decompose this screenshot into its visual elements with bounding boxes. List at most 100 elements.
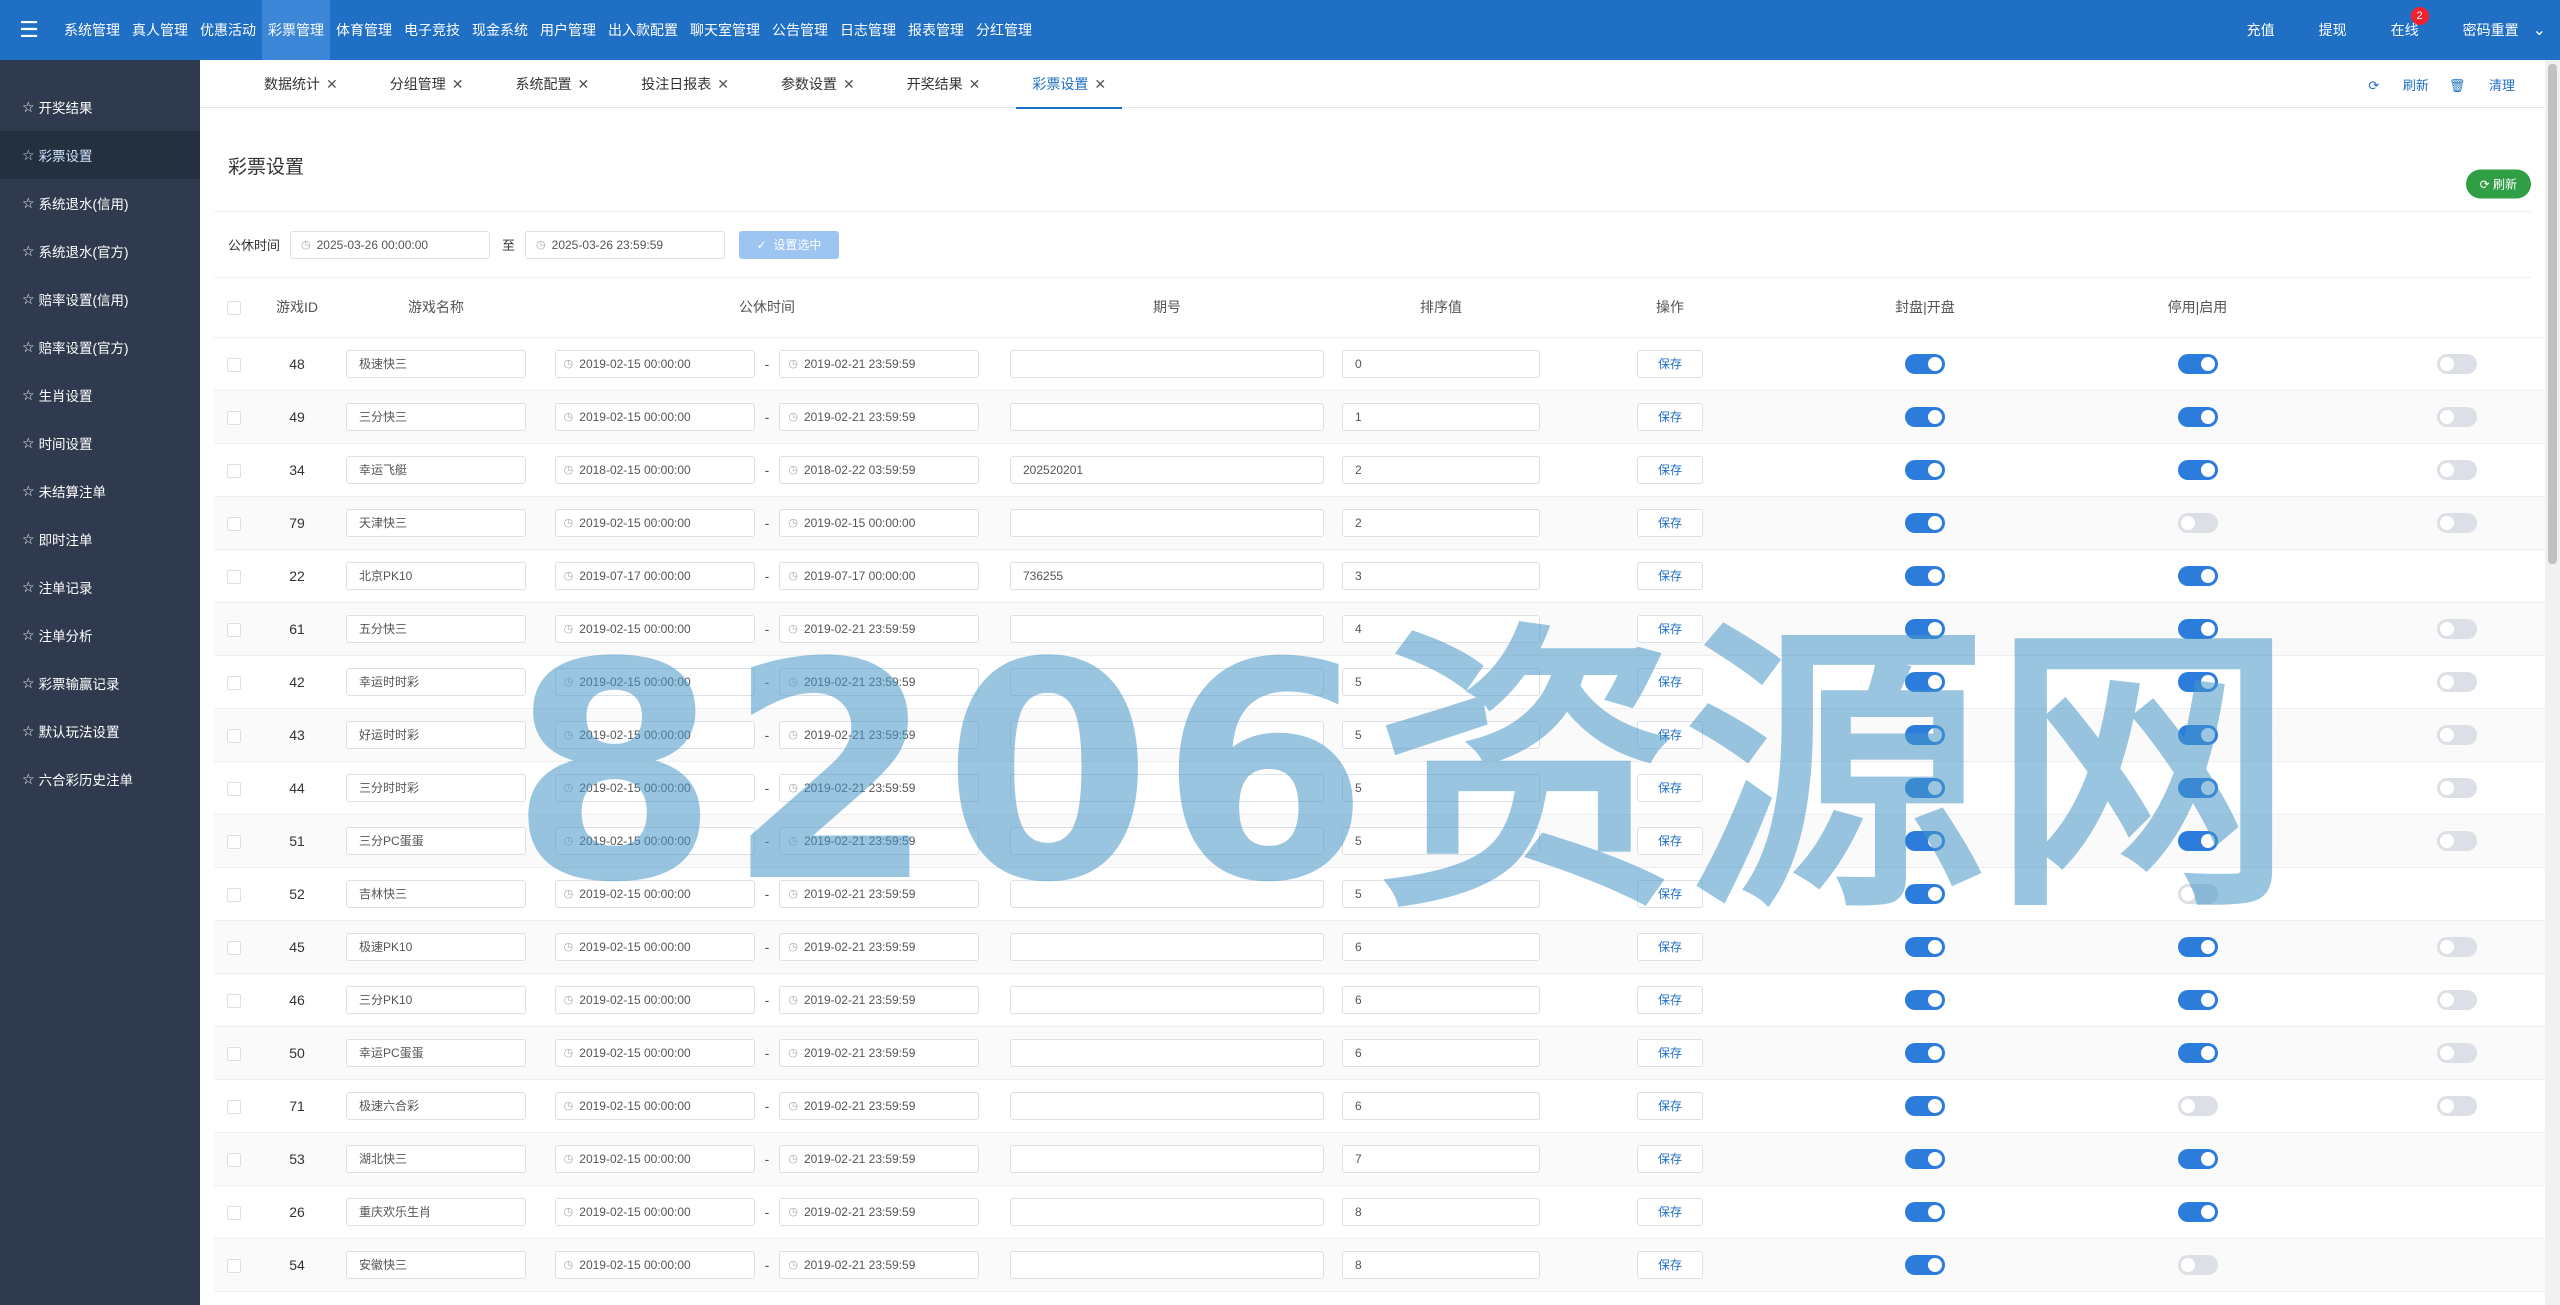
save-button[interactable]: 保存 bbox=[1637, 561, 1703, 590]
rest-end-input[interactable]: ◷ 2019-02-21 23:59:59 bbox=[779, 1144, 980, 1173]
enable-toggle[interactable] bbox=[2177, 565, 2218, 586]
game-name-input[interactable]: 幸运时时彩 bbox=[346, 667, 526, 696]
sidebar-item[interactable]: ☆ 六合彩历史注单 bbox=[0, 755, 200, 803]
seal-toggle[interactable] bbox=[1905, 1148, 1945, 1169]
tab[interactable]: 参数设置 ✕ bbox=[765, 60, 871, 108]
enable-toggle[interactable] bbox=[2177, 1254, 2218, 1275]
extra-toggle[interactable] bbox=[2437, 406, 2477, 427]
issue-input[interactable] bbox=[1010, 349, 1324, 378]
extra-toggle[interactable] bbox=[2437, 777, 2477, 798]
sidebar-item[interactable]: ☆ 默认玩法设置 bbox=[0, 707, 200, 755]
tab-clear-button[interactable]: 🗑 清理 bbox=[2449, 75, 2515, 94]
close-icon[interactable]: ✕ bbox=[577, 76, 589, 92]
sort-input[interactable]: 5 bbox=[1342, 667, 1540, 696]
rest-start-input[interactable]: ◷ 2019-02-15 00:00:00 bbox=[554, 879, 755, 908]
issue-input[interactable] bbox=[1010, 720, 1324, 749]
rest-start-input[interactable]: ◷ 2019-02-15 00:00:00 bbox=[554, 773, 755, 802]
sort-input[interactable]: 6 bbox=[1342, 1091, 1540, 1120]
scrollbar-thumb[interactable] bbox=[2548, 64, 2557, 564]
sort-input[interactable]: 0 bbox=[1342, 349, 1540, 378]
chevron-down-icon[interactable]: ⌄ bbox=[2533, 20, 2546, 40]
extra-toggle[interactable] bbox=[2437, 512, 2477, 533]
rest-end-input[interactable]: ◷ 2019-02-21 23:59:59 bbox=[779, 667, 980, 696]
seal-toggle[interactable] bbox=[1905, 406, 1945, 427]
game-name-input[interactable]: 幸运PC蛋蛋 bbox=[346, 1038, 526, 1067]
game-name-input[interactable]: 好运时时彩 bbox=[346, 720, 526, 749]
sort-input[interactable]: 5 bbox=[1342, 826, 1540, 855]
enable-toggle[interactable] bbox=[2177, 777, 2218, 798]
set-selected-button[interactable]: ✓ 设置选中 bbox=[739, 230, 840, 259]
game-name-input[interactable]: 三分快三 bbox=[346, 402, 526, 431]
rest-end-input[interactable]: ◷ 2019-02-21 23:59:59 bbox=[779, 1091, 980, 1120]
rest-end-input[interactable]: ◷ 2019-02-21 23:59:59 bbox=[779, 1197, 980, 1226]
seal-toggle[interactable] bbox=[1905, 671, 1945, 692]
enable-toggle[interactable] bbox=[2177, 936, 2218, 957]
close-icon[interactable]: ✕ bbox=[326, 76, 338, 92]
rest-start-input[interactable]: ◷ 2019-02-15 00:00:00 bbox=[554, 1038, 755, 1067]
save-button[interactable]: 保存 bbox=[1637, 826, 1703, 855]
extra-toggle[interactable] bbox=[2437, 459, 2477, 480]
save-button[interactable]: 保存 bbox=[1637, 402, 1703, 431]
game-name-input[interactable]: 三分时时彩 bbox=[346, 773, 526, 802]
tab[interactable]: 开奖结果 ✕ bbox=[891, 60, 997, 108]
topnav-item[interactable]: 用户管理 bbox=[534, 0, 602, 60]
sort-input[interactable]: 6 bbox=[1342, 932, 1540, 961]
rest-start-input[interactable]: ◷ 2019-02-15 00:00:00 bbox=[554, 1250, 755, 1279]
rest-end-input[interactable]: ◷ 2019-02-21 23:59:59 bbox=[779, 1038, 980, 1067]
row-checkbox[interactable] bbox=[227, 1046, 241, 1061]
game-name-input[interactable]: 极速快三 bbox=[346, 349, 526, 378]
enable-toggle[interactable] bbox=[2177, 1148, 2218, 1169]
sidebar-item[interactable]: ☆ 彩票设置 bbox=[0, 131, 200, 179]
seal-toggle[interactable] bbox=[1905, 777, 1945, 798]
rest-end-input[interactable]: ◷ 2019-02-21 23:59:59 bbox=[779, 932, 980, 961]
issue-input[interactable] bbox=[1010, 508, 1324, 537]
issue-input[interactable]: 736255 bbox=[1010, 561, 1324, 590]
filter-end-date[interactable]: ◷ 2025-03-26 23:59:59 bbox=[525, 230, 726, 259]
save-button[interactable]: 保存 bbox=[1637, 720, 1703, 749]
sidebar-item[interactable]: ☆ 系统退水(信用) bbox=[0, 179, 200, 227]
row-checkbox[interactable] bbox=[227, 569, 241, 584]
row-checkbox[interactable] bbox=[227, 781, 241, 796]
row-checkbox[interactable] bbox=[227, 1152, 241, 1167]
sidebar-item[interactable]: ☆ 系统退水(官方) bbox=[0, 227, 200, 275]
save-button[interactable]: 保存 bbox=[1637, 1091, 1703, 1120]
rest-start-input[interactable]: ◷ 2019-02-15 00:00:00 bbox=[554, 932, 755, 961]
save-button[interactable]: 保存 bbox=[1637, 879, 1703, 908]
row-checkbox[interactable] bbox=[227, 622, 241, 637]
extra-toggle[interactable] bbox=[2437, 1095, 2477, 1116]
extra-toggle[interactable] bbox=[2437, 618, 2477, 639]
extra-toggle[interactable] bbox=[2437, 724, 2477, 745]
game-name-input[interactable]: 三分PK10 bbox=[346, 985, 526, 1014]
seal-toggle[interactable] bbox=[1905, 1095, 1945, 1116]
row-checkbox[interactable] bbox=[227, 463, 241, 478]
tab[interactable]: 系统配置 ✕ bbox=[499, 60, 605, 108]
tab[interactable]: 数据统计 ✕ bbox=[248, 60, 354, 108]
issue-input[interactable] bbox=[1010, 879, 1324, 908]
save-button[interactable]: 保存 bbox=[1637, 349, 1703, 378]
topnav-item[interactable]: 现金系统 bbox=[466, 0, 534, 60]
issue-input[interactable] bbox=[1010, 1038, 1324, 1067]
row-checkbox[interactable] bbox=[227, 993, 241, 1008]
save-button[interactable]: 保存 bbox=[1637, 508, 1703, 537]
seal-toggle[interactable] bbox=[1905, 618, 1945, 639]
enable-toggle[interactable] bbox=[2177, 406, 2218, 427]
row-checkbox[interactable] bbox=[227, 728, 241, 743]
topnav-item[interactable]: 电子竞技 bbox=[398, 0, 466, 60]
issue-input[interactable] bbox=[1010, 402, 1324, 431]
rest-start-input[interactable]: ◷ 2019-02-15 00:00:00 bbox=[554, 720, 755, 749]
rest-end-input[interactable]: ◷ 2019-07-17 00:00:00 bbox=[779, 561, 980, 590]
rest-end-input[interactable]: ◷ 2019-02-21 23:59:59 bbox=[779, 826, 980, 855]
seal-toggle[interactable] bbox=[1905, 1201, 1945, 1222]
enable-toggle[interactable] bbox=[2177, 618, 2218, 639]
sort-input[interactable]: 4 bbox=[1342, 614, 1540, 643]
page-scrollbar[interactable] bbox=[2545, 60, 2560, 1305]
enable-toggle[interactable] bbox=[2177, 830, 2218, 851]
rest-start-input[interactable]: ◷ 2019-02-15 00:00:00 bbox=[554, 1144, 755, 1173]
filter-start-date[interactable]: ◷ 2025-03-26 00:00:00 bbox=[290, 230, 491, 259]
rest-end-input[interactable]: ◷ 2019-02-21 23:59:59 bbox=[779, 720, 980, 749]
extra-toggle[interactable] bbox=[2437, 936, 2477, 957]
issue-input[interactable] bbox=[1010, 985, 1324, 1014]
issue-input[interactable] bbox=[1010, 932, 1324, 961]
seal-toggle[interactable] bbox=[1905, 1254, 1945, 1275]
sidebar-item[interactable]: ☆ 注单记录 bbox=[0, 563, 200, 611]
